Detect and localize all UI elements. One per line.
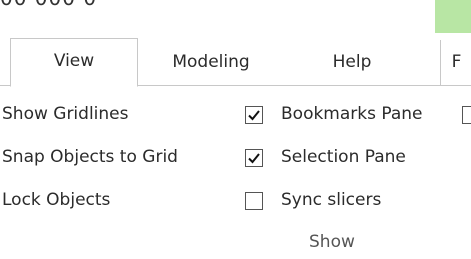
bookmarks-pane-checkbox[interactable] <box>462 106 471 124</box>
cut-off-top-label: 00 000 0 <box>0 0 97 10</box>
tab-modeling[interactable]: Modeling <box>138 40 284 85</box>
green-context-tab-indicator <box>435 0 471 33</box>
cut-off-top-text: 00 000 0 <box>0 0 471 10</box>
snap-objects-to-grid-label: Snap Objects to Grid <box>2 147 178 167</box>
tab-view[interactable]: View <box>10 38 138 87</box>
show-group-label: Show <box>309 232 355 252</box>
show-gridlines-label: Show Gridlines <box>2 104 129 124</box>
ribbon-tab-bar: View Modeling Help F <box>0 38 471 87</box>
selection-pane-label[interactable]: Selection Pane <box>281 147 406 167</box>
tab-help[interactable]: Help <box>288 40 416 85</box>
show-gridlines-checkbox[interactable] <box>245 106 263 124</box>
bookmarks-pane-label[interactable]: Bookmarks Pane <box>281 104 423 124</box>
lock-objects-checkbox[interactable] <box>245 192 263 210</box>
snap-objects-to-grid-checkbox[interactable] <box>245 149 263 167</box>
sync-slicers-label[interactable]: Sync slicers <box>281 190 381 210</box>
checkmark-icon <box>248 110 260 121</box>
checkmark-icon <box>248 153 260 164</box>
lock-objects-label: Lock Objects <box>2 190 111 210</box>
tab-partial[interactable]: F <box>440 40 471 85</box>
